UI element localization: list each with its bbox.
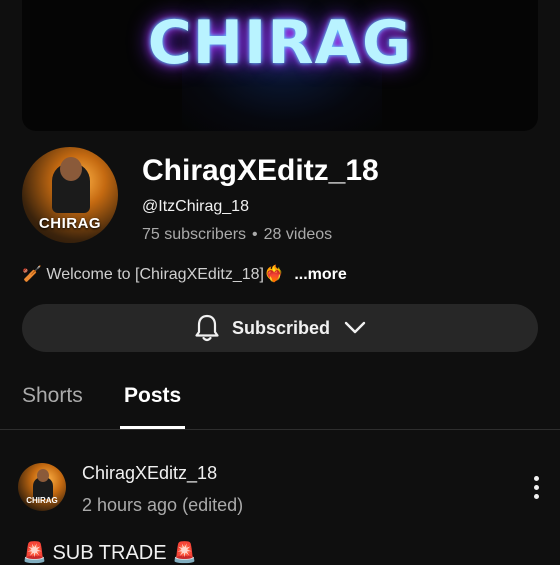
more-link[interactable]: ...more bbox=[294, 266, 346, 283]
heart-fire-emoji: ❤️‍🔥 bbox=[263, 264, 284, 283]
tab-shorts[interactable]: Shorts bbox=[22, 384, 83, 408]
siren-emoji-left: 🚨 bbox=[22, 542, 47, 564]
channel-tabs: Shorts Posts bbox=[0, 372, 560, 430]
channel-stats: 75 subscribers • 28 videos bbox=[142, 226, 332, 244]
video-count: 28 videos bbox=[263, 226, 333, 243]
post-body: 🚨 SUB TRADE 🚨 bbox=[22, 540, 197, 565]
siren-emoji-right: 🚨 bbox=[172, 542, 198, 564]
subscribed-button[interactable]: Subscribed bbox=[22, 304, 538, 352]
avatar-head bbox=[60, 157, 82, 181]
avatar-tag: CHIRAG bbox=[38, 215, 102, 232]
post-author-avatar[interactable]: CHIRAG bbox=[18, 463, 66, 511]
channel-avatar[interactable]: CHIRAG bbox=[22, 147, 118, 243]
subscribed-label: Subscribed bbox=[231, 317, 331, 338]
post-author-name[interactable]: ChiragXEditz_18 bbox=[82, 463, 217, 484]
post-avatar-tag: CHIRAG bbox=[26, 496, 58, 505]
tab-posts[interactable]: Posts bbox=[124, 384, 181, 408]
channel-name: ChiragXEditz_18 bbox=[142, 154, 379, 187]
post-text: SUB TRADE bbox=[52, 542, 167, 564]
bell-icon bbox=[194, 313, 220, 343]
post-timestamp: 2 hours ago (edited) bbox=[82, 495, 244, 515]
channel-description[interactable]: 🏏 Welcome to [ChiragXEditz_18]❤️‍🔥 ...mo… bbox=[22, 264, 347, 284]
banner-neon-text: CHIRAG bbox=[147, 8, 413, 78]
active-tab-indicator bbox=[120, 426, 185, 429]
subscriber-count: 75 subscribers bbox=[142, 226, 247, 243]
stats-separator: • bbox=[252, 226, 258, 243]
channel-banner: CHIRAG bbox=[22, 0, 538, 131]
cricket-emoji: 🏏 bbox=[22, 264, 42, 283]
more-options-icon[interactable] bbox=[528, 476, 544, 506]
chevron-down-icon bbox=[344, 321, 366, 335]
description-text: Welcome to [ChiragXEditz_18] bbox=[46, 266, 264, 283]
channel-handle: @ItzChirag_18 bbox=[142, 198, 249, 215]
post-avatar-head bbox=[37, 469, 49, 482]
